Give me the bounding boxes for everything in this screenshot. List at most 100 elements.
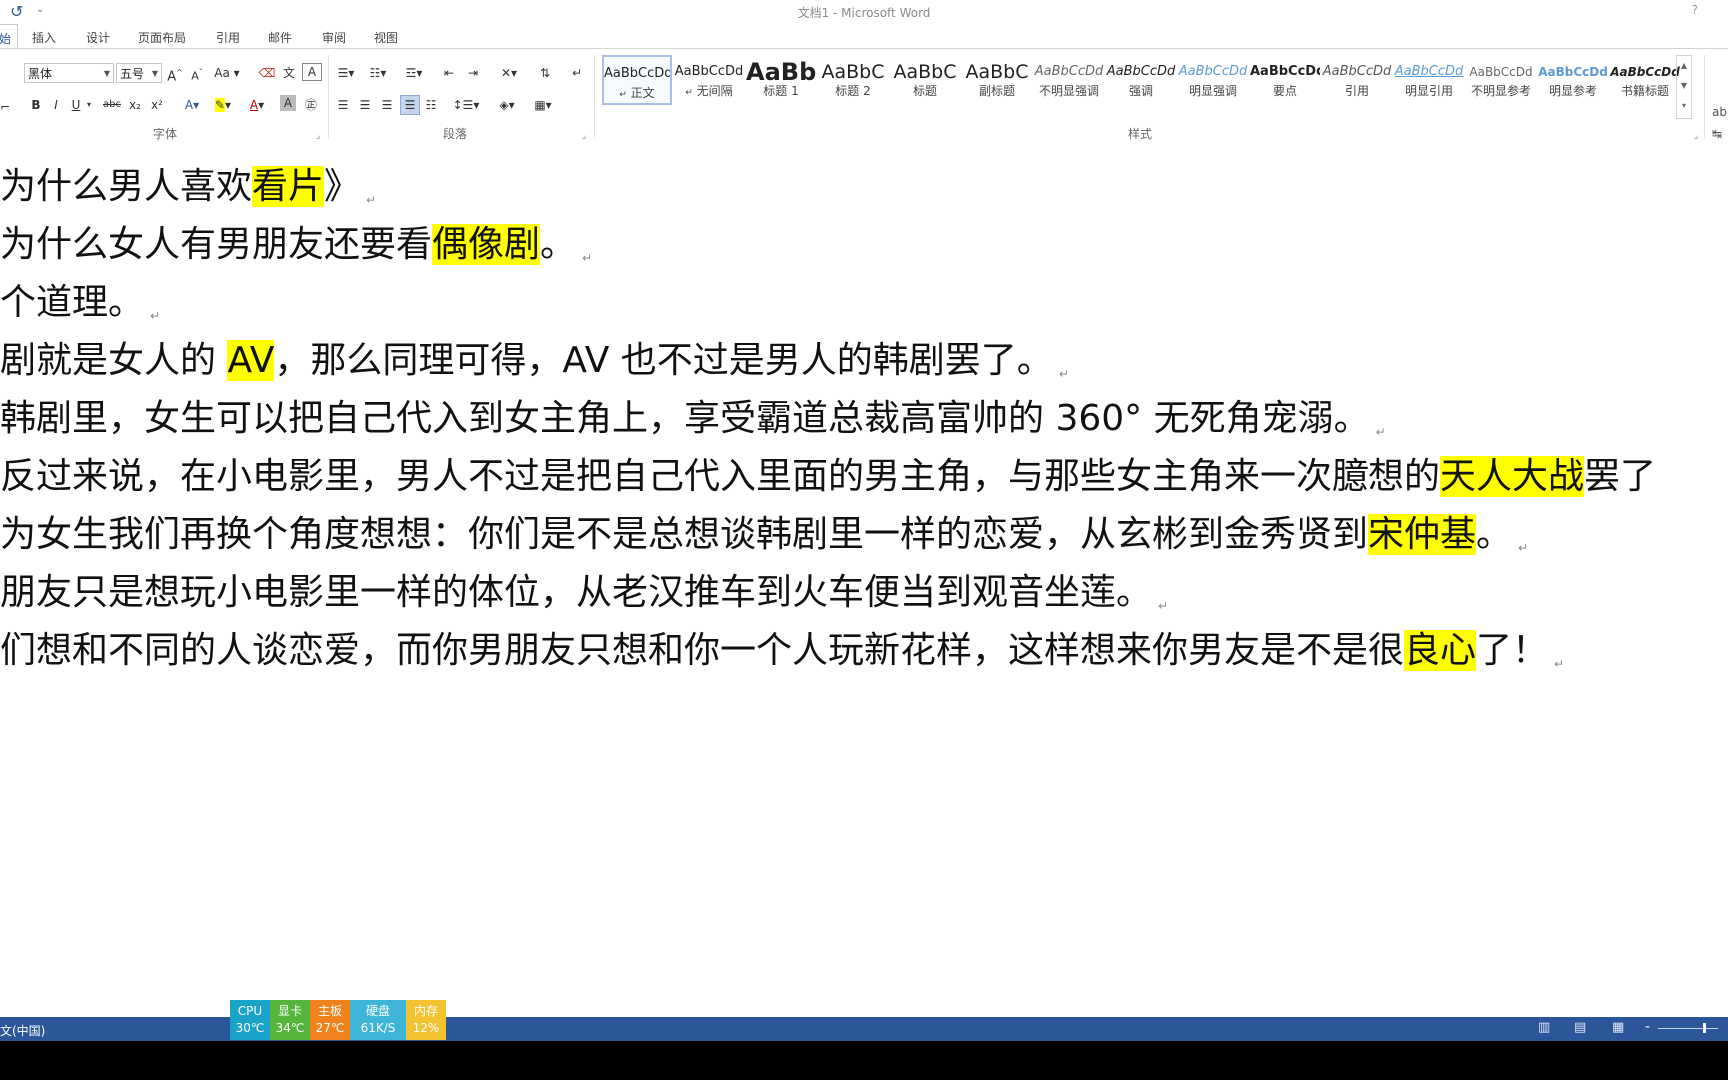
chevron-down-icon: ▼ (103, 69, 110, 78)
show-marks-icon[interactable]: ↵ (568, 63, 586, 83)
phonetic-guide-icon[interactable]: 文 (280, 63, 298, 83)
style-no-spacing[interactable]: AaBbCcDd ↵ 无间隔 (674, 55, 744, 105)
hw-label: 内存 (413, 1004, 438, 1018)
help-icon[interactable]: ? (1692, 3, 1698, 17)
paragraph-mark: ↵ (1554, 657, 1565, 671)
character-border-icon[interactable]: A (302, 63, 322, 81)
tab-mailings[interactable]: 邮件 (268, 29, 292, 46)
subscript-button[interactable]: x₂ (126, 95, 144, 115)
language-indicator[interactable]: 文(中国) (0, 1022, 45, 1039)
replace-icon[interactable]: ↹ (1712, 127, 1722, 141)
hw-memory: 内存 12% (406, 1000, 446, 1040)
styles-dialog-launcher-icon[interactable]: ⌟ (1694, 131, 1698, 141)
hw-value: 30℃ (235, 1021, 265, 1035)
group-divider (1704, 55, 1705, 139)
web-layout-icon[interactable]: ▦ (1612, 1020, 1624, 1035)
distributed-icon[interactable]: ☷ (422, 95, 440, 115)
decrease-indent-icon[interactable]: ⇤ (440, 63, 458, 83)
style-subtle-emphasis[interactable]: AaBbCcDd 不明显强调 (1034, 55, 1104, 105)
hw-gpu: 显卡 34℃ (270, 1000, 310, 1040)
chevron-down-icon[interactable]: ▼ (1677, 76, 1691, 96)
chevron-up-icon[interactable]: ▲ (1677, 56, 1691, 76)
highlighted-text: AV (227, 340, 275, 381)
change-case-button[interactable]: Aa ▾ (214, 63, 240, 83)
font-size-combo[interactable]: 五号 ▼ (116, 63, 162, 83)
chevron-down-icon[interactable]: ▾ (84, 95, 94, 115)
text-effects-icon[interactable]: A▾ (180, 95, 204, 115)
ribbon-tabs: 开始 插入 设计 页面布局 引用 邮件 审阅 视图 (0, 24, 1728, 53)
hw-disk: 硬盘 61K/S (350, 1000, 406, 1040)
zoom-out-button[interactable]: - (1645, 1019, 1650, 1035)
read-mode-icon[interactable]: ▥ (1538, 1020, 1550, 1035)
italic-button[interactable]: I (48, 95, 64, 115)
styles-gallery-scroll[interactable]: ▲ ▼ ▾ (1676, 55, 1692, 119)
strikethrough-button[interactable]: abc (100, 95, 124, 115)
sort-icon[interactable]: ⇅ (536, 63, 554, 83)
clear-formatting-icon[interactable]: ⌫ (258, 63, 276, 83)
style-intense-reference[interactable]: AaBbCcDd 明显参考 (1538, 55, 1608, 105)
text-run: 朋友只是想玩小电影里一样的体位，从老汉推车到火车便当到观音坐莲。 (0, 572, 1153, 613)
style-intense-emphasis[interactable]: AaBbCcDd 明显强调 (1178, 55, 1248, 105)
style-quote[interactable]: AaBbCcDd 引用 (1322, 55, 1392, 105)
find-icon[interactable]: ab (1712, 105, 1727, 119)
superscript-button[interactable]: x² (148, 95, 166, 115)
tab-design[interactable]: 设计 (86, 29, 110, 46)
style-intense-quote[interactable]: AaBbCcDd 明显引用 (1394, 55, 1464, 105)
grow-font-button[interactable]: A^ (166, 63, 184, 84)
align-left-icon[interactable]: ☰ (334, 95, 352, 115)
gallery-more-icon[interactable]: ▾ (1677, 96, 1691, 116)
tab-references[interactable]: 引用 (216, 29, 240, 46)
chevron-down-icon: ▼ (151, 69, 158, 78)
bold-button[interactable]: B (28, 95, 44, 115)
zoom-slider[interactable] (1658, 1028, 1718, 1029)
style-emphasis[interactable]: AaBbCcDd 强调 (1106, 55, 1176, 105)
style-title[interactable]: AaBbC 标题 (890, 55, 960, 105)
style-book-title[interactable]: AaBbCcDd 书籍标题 (1610, 55, 1680, 105)
highlighted-text: 良心 (1404, 630, 1477, 671)
increase-indent-icon[interactable]: ⇥ (464, 63, 482, 83)
format-painter-icon[interactable]: ⌐ (0, 97, 10, 117)
group-divider (594, 55, 595, 139)
zoom-slider-thumb[interactable] (1703, 1023, 1706, 1033)
tab-layout[interactable]: 页面布局 (138, 29, 186, 46)
align-right-icon[interactable]: ☰ (378, 95, 396, 115)
text-run: 韩剧里，女生可以把自己代入到女主角上，享受霸道总裁高富帅的 360° 无死角宠溺… (0, 398, 1370, 439)
paragraph-dialog-launcher-icon[interactable]: ⌟ (582, 131, 586, 141)
bullets-icon[interactable]: ☰▾ (334, 63, 358, 83)
shrink-font-button[interactable]: Aˇ (188, 63, 206, 83)
style-heading-1[interactable]: AaBb 标题 1 (746, 55, 816, 105)
shading-icon[interactable]: ◈▾ (494, 95, 520, 115)
character-shading-icon[interactable]: A (280, 95, 296, 111)
highlighted-text: 天人大战 (1440, 456, 1585, 497)
chinese-layout-icon[interactable]: ✕▾ (496, 63, 522, 83)
text-run: 们想和不同的人谈恋爱，而你男朋友只想和你一个人玩新花样，这样想来你男友是不是很 (0, 630, 1405, 671)
style-heading-2[interactable]: AaBbC 标题 2 (818, 55, 888, 105)
line-spacing-icon[interactable]: ↕☰▾ (452, 95, 480, 115)
style-strong[interactable]: AaBbCcDd 要点 (1250, 55, 1320, 105)
justify-icon[interactable]: ☰ (400, 95, 420, 115)
numbering-icon[interactable]: ☷▾ (366, 63, 390, 83)
hw-value: 12% (412, 1021, 440, 1035)
document-area[interactable]: 为什么男人喜欢看片》 ↵ 为什么女人有男朋友还要看偶像剧。 ↵ 个道理。 ↵ 剧就是女… (0, 145, 1728, 1017)
styles-group-label: 样式 (1127, 127, 1152, 141)
hw-label: 硬盘 (365, 1004, 390, 1018)
tab-review[interactable]: 审阅 (322, 29, 346, 46)
tab-insert[interactable]: 插入 (32, 29, 56, 46)
underline-button[interactable]: U (68, 95, 84, 115)
hw-label: 显卡 (277, 1004, 302, 1018)
style-normal[interactable]: AaBbCcDd ↵ 正文 (602, 55, 672, 105)
align-center-icon[interactable]: ☰ (356, 95, 374, 115)
multilevel-list-icon[interactable]: ☲▾ (400, 63, 428, 83)
print-layout-icon[interactable]: ▤ (1574, 1020, 1586, 1035)
font-color-icon[interactable]: A▾ (244, 95, 270, 115)
highlight-color-icon[interactable]: ✎▾ (210, 95, 236, 115)
font-name-combo[interactable]: 黑体 ▼ (24, 63, 114, 83)
style-subtle-reference[interactable]: AaBbCcDd 不明显参考 (1466, 55, 1536, 105)
doc-line-1: 为什么男人喜欢看片》 ↵ (0, 161, 376, 226)
font-dialog-launcher-icon[interactable]: ⌟ (316, 131, 320, 141)
style-subtitle[interactable]: AaBbC 副标题 (962, 55, 1032, 105)
tab-view[interactable]: 视图 (374, 29, 398, 46)
enclose-characters-icon[interactable]: ㊣ (302, 95, 320, 115)
borders-icon[interactable]: ▦▾ (528, 95, 558, 115)
ribbon: ⌐ 黑体 ▼ 五号 ▼ A^ Aˇ Aa ▾ ⌫ 文 A B I U ▾ abc x… (0, 48, 1728, 161)
